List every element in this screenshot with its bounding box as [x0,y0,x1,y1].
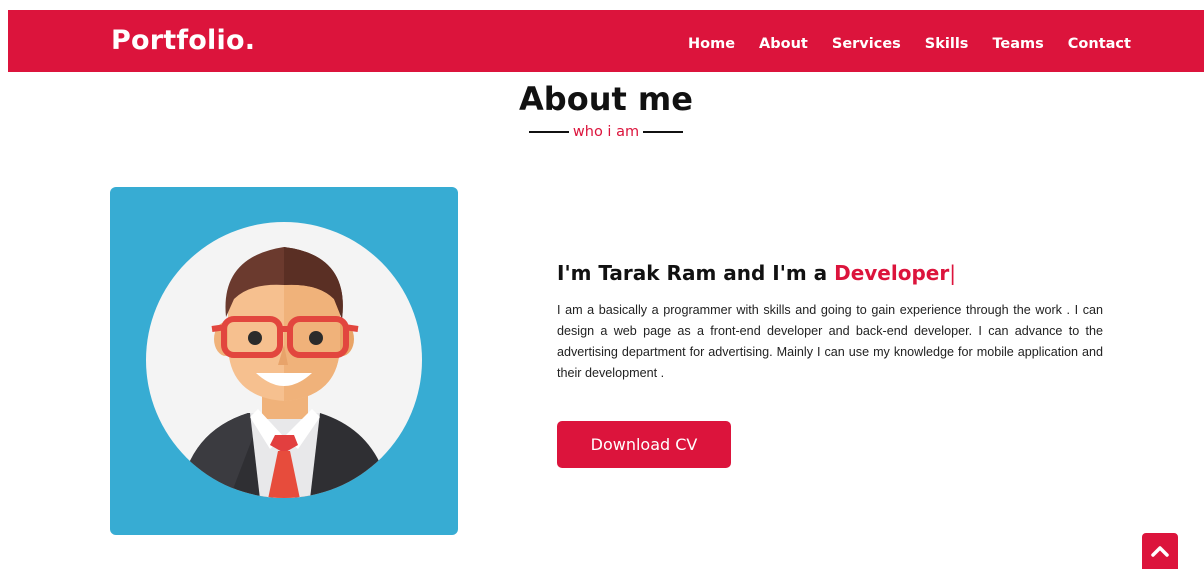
developer-avatar-icon [146,222,422,498]
nav-item-skills: Skills [925,33,969,52]
nav-link-contact[interactable]: Contact [1068,36,1131,52]
typing-cursor: | [949,261,956,285]
top-strip [0,0,1204,10]
heading-prefix: I'm Tarak Ram and I'm a [557,261,835,285]
section-subtitle: who i am [0,123,1204,141]
scroll-top-button[interactable] [1142,533,1178,569]
nav-link-teams[interactable]: Teams [992,36,1043,52]
subtitle-line-right [643,131,684,133]
navbar: Portfolio. Home About Services Skills Te… [8,10,1204,72]
nav-menu: Home About Services Skills Teams Contact [688,33,1131,52]
nav-link-home[interactable]: Home [688,36,735,52]
nav-item-home: Home [688,33,735,52]
nav-item-services: Services [832,33,901,52]
about-content: I'm Tarak Ram and I'm a Developer| I am … [557,261,1103,384]
chevron-up-icon [1151,546,1169,557]
heading-role: Developer [834,261,950,285]
nav-link-skills[interactable]: Skills [925,36,969,52]
section-title: About me [519,80,693,118]
subtitle-line-left [528,131,569,133]
developer-avatar-image [110,187,458,535]
nav-item-about: About [759,33,808,52]
page: Portfolio. Home About Services Skills Te… [0,0,1204,569]
nav-item-teams: Teams [992,33,1043,52]
nav-link-about[interactable]: About [759,36,808,52]
subtitle-text: who i am [572,124,640,140]
download-cv-button[interactable]: Download CV [557,421,731,468]
nav-item-contact: Contact [1068,33,1131,52]
about-description: I am a basically a programmer with skill… [557,303,1103,380]
about-heading: I'm Tarak Ram and I'm a Developer| [557,261,1103,285]
nav-link-services[interactable]: Services [832,36,901,52]
logo[interactable]: Portfolio. [111,25,255,56]
